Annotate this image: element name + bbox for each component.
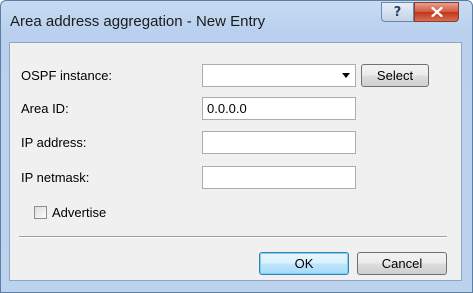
area-id-input[interactable]: 0.0.0.0 <box>202 97 356 120</box>
chevron-down-icon <box>342 73 350 78</box>
ok-button[interactable]: OK <box>259 252 349 275</box>
ospf-instance-dropdown[interactable] <box>202 64 356 87</box>
cancel-button[interactable]: Cancel <box>357 252 447 275</box>
title-bar[interactable]: Area address aggregation - New Entry ? <box>1 1 472 43</box>
ip-address-label: IP address: <box>21 135 87 150</box>
area-id-label: Area ID: <box>21 101 69 116</box>
help-icon: ? <box>393 4 402 20</box>
close-button[interactable] <box>414 2 459 22</box>
advertise-checkbox[interactable] <box>34 206 47 219</box>
separator <box>19 236 447 238</box>
window-title: Area address aggregation - New Entry <box>10 13 266 30</box>
ip-address-input[interactable] <box>202 131 356 154</box>
ip-netmask-input[interactable] <box>202 166 356 189</box>
advertise-label: Advertise <box>52 205 107 220</box>
help-button[interactable]: ? <box>381 2 414 22</box>
ip-netmask-label: IP netmask: <box>21 170 90 185</box>
select-button[interactable]: Select <box>361 64 429 87</box>
ospf-instance-label: OSPF instance: <box>21 68 113 83</box>
close-icon <box>430 7 443 17</box>
